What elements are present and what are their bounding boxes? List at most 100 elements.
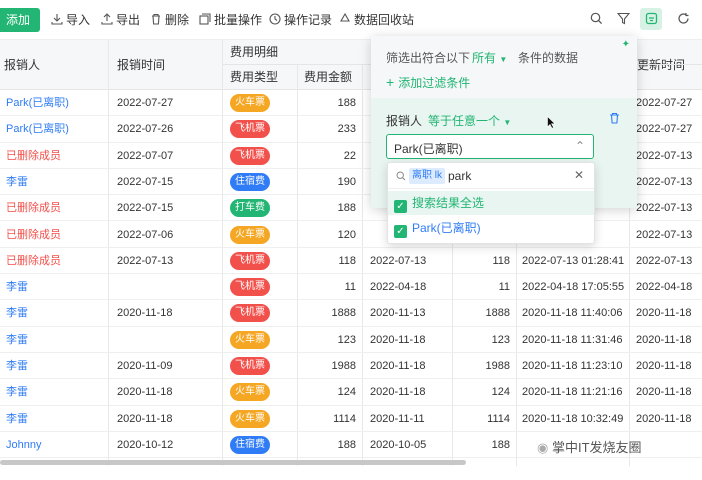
cell-amount: 188 — [337, 202, 356, 215]
cell-amount: 188 — [337, 438, 356, 451]
cell-date2: 2020-11-18 — [370, 360, 426, 372]
search-icon — [590, 12, 602, 25]
search-button[interactable] — [585, 8, 607, 30]
log-label: 操作记录 — [284, 13, 333, 27]
condition-field[interactable]: 报销人 — [386, 112, 422, 129]
recycle-label: 数据回收站 — [354, 13, 415, 27]
cell-type-badge: 火车票 — [230, 225, 270, 244]
cell-amount: 190 — [337, 175, 356, 188]
condition-operator[interactable]: 等于任意一个 ▼ — [428, 112, 511, 129]
cell-type-badge: 飞机票 — [230, 278, 270, 297]
cell-type-badge: 飞机票 — [230, 251, 270, 270]
filter-button[interactable] — [612, 8, 634, 30]
header-date[interactable]: 报销时间 — [117, 57, 165, 73]
cell-datetime: 2020-11-18 11:21:16 — [522, 386, 623, 399]
dropdown-search-input[interactable] — [448, 167, 558, 185]
clear-icon[interactable]: ✕ — [574, 168, 584, 182]
cell-reporter: 已删除成员 — [6, 202, 61, 215]
cell-date2: 2020-11-18 — [370, 333, 426, 346]
cell-type-badge: 火车票 — [230, 330, 270, 349]
table-row[interactable]: 已删除成员2022-07-06火车票1209:042022-07-13 — [0, 222, 702, 248]
mouse-cursor-icon — [547, 116, 556, 129]
select-all-label: 搜索结果全选 — [412, 196, 485, 210]
caret-down-icon: ▼ — [503, 118, 512, 127]
add-condition-label: 添加过滤条件 — [398, 76, 471, 90]
cell-updated: 2020-11-18 — [636, 360, 692, 372]
table-row[interactable]: 李雷 2020-11-18 火车票 124 2020-11-18 124 2020-11-1… — [0, 379, 702, 406]
cell-amount2: 188 — [491, 438, 510, 451]
refresh-button[interactable] — [672, 8, 694, 30]
header-type[interactable]: 费用类型 — [230, 69, 278, 85]
header-group: 费用明细 — [230, 45, 279, 59]
checkbox-checked-icon: ✓ — [394, 225, 407, 238]
table-row[interactable]: 李雷 飞机票 11 2022-04-18 11 2022-04-18 17:05:55 20… — [0, 274, 702, 301]
refresh-icon — [677, 13, 689, 24]
log-button[interactable]: 操作记录 — [269, 11, 332, 29]
delete-button[interactable]: 删除 — [150, 11, 189, 29]
cell-type-badge: 飞机票 — [230, 146, 270, 165]
filter-mode-select[interactable]: 所有 ▼ — [472, 49, 507, 66]
cell-type-badge: 火车票 — [230, 383, 270, 402]
cell-reporter: Johnny — [6, 438, 42, 451]
add-button[interactable]: 添加 — [0, 8, 40, 32]
value-select-text: Park(已离职) — [394, 142, 463, 156]
cell-date: 2022-07-15 — [117, 202, 174, 215]
filter-mode-value: 所有 — [472, 51, 497, 65]
search-tag: 离职 lk — [409, 168, 445, 184]
cell-datetime: 2022-07-13 01:28:41 — [522, 254, 625, 267]
toolbar: 添加 导入 导出 删除 批量操作 操作记录 数据回收站 — [0, 0, 702, 40]
trash-icon[interactable] — [609, 112, 620, 124]
value-select[interactable]: Park(已离职) ⌃ — [386, 134, 594, 159]
filter-active-button[interactable] — [640, 8, 662, 30]
cell-updated: 2022-07-13 — [636, 202, 693, 215]
cell-date: 2020-11-09 — [117, 360, 173, 372]
cell-date: 2022-07-13 — [117, 254, 174, 267]
funnel-icon — [616, 12, 630, 25]
cell-date: 2022-07-27 — [117, 97, 174, 109]
export-icon — [101, 13, 113, 25]
table-row[interactable]: 已删除成员 2022-07-13 飞机票 118 2022-07-13 118 2022-0… — [0, 248, 702, 275]
batch-button[interactable]: 批量操作 — [199, 11, 262, 29]
cell-reporter: Park(已离职) — [6, 97, 69, 109]
cell-date: 2022-07-06 — [117, 228, 174, 241]
dropdown-option[interactable]: ✓ Park(已离职) — [388, 216, 594, 240]
table-row[interactable]: 李雷 2020-11-18 飞机票 1888 2020-11-13 1888 2020-11… — [0, 300, 702, 327]
cell-datetime: 2022-04-18 17:05:55 — [522, 281, 625, 294]
cell-type-badge: 飞机票 — [230, 357, 270, 375]
cell-date: 2020-11-18 — [117, 386, 173, 399]
cell-type-badge: 飞机票 — [230, 304, 270, 323]
export-button[interactable]: 导出 — [101, 11, 140, 29]
pin-icon[interactable]: ✦ — [622, 39, 630, 50]
cell-datetime: 2020-11-18 11:31:46 — [522, 333, 623, 346]
cell-datetime: 2020-11-18 11:40:06 — [522, 307, 623, 320]
recycle-button[interactable]: 数据回收站 — [339, 11, 414, 29]
header-updated[interactable]: 更新时间 — [637, 57, 685, 73]
cell-date2: 2022-04-18 — [370, 281, 427, 294]
filter-suffix: 条件的数据 — [518, 51, 579, 65]
header-amount[interactable]: 费用金额 — [304, 69, 352, 85]
cell-reporter: 李雷 — [6, 360, 28, 372]
search-icon — [396, 171, 406, 181]
select-all-option[interactable]: ✓ 搜索结果全选 — [388, 191, 594, 215]
add-condition-button[interactable]: + 添加过滤条件 — [386, 74, 470, 91]
header-name[interactable]: 报销人 — [4, 57, 40, 73]
cell-amount2: 1988 — [485, 360, 510, 372]
horizontal-scrollbar[interactable] — [0, 460, 466, 465]
cell-amount: 120 — [337, 228, 356, 241]
cell-amount: 188 — [337, 97, 356, 109]
cell-date: 2022-07-15 — [117, 175, 174, 188]
cell-updated: 2020-11-18 — [636, 333, 692, 346]
cell-date2: 2020-11-18 — [370, 386, 426, 399]
cell-amount: 22 — [343, 149, 356, 162]
import-label: 导入 — [66, 13, 91, 27]
cell-amount2: 124 — [491, 386, 510, 399]
table-row[interactable]: 李雷 火车票 123 2020-11-18 123 2020-11-18 11:31:46… — [0, 327, 702, 353]
trash-icon — [152, 13, 160, 25]
cell-updated: 2022-07-13 — [636, 175, 693, 188]
cell-date: 2022-07-26 — [117, 123, 174, 136]
cell-updated: 2022-07-13 — [636, 149, 693, 162]
table-row[interactable]: 李雷 2020-11-09 飞机票 1988 2020-11-18 1988 2020-11… — [0, 353, 702, 380]
import-button[interactable]: 导入 — [51, 11, 90, 29]
dropdown-search: 离职 lk ✕ — [388, 163, 594, 189]
table-row[interactable]: 李雷 2020-11-18 火车票 1114 2020-11-11 1114 2020-11… — [0, 406, 702, 432]
